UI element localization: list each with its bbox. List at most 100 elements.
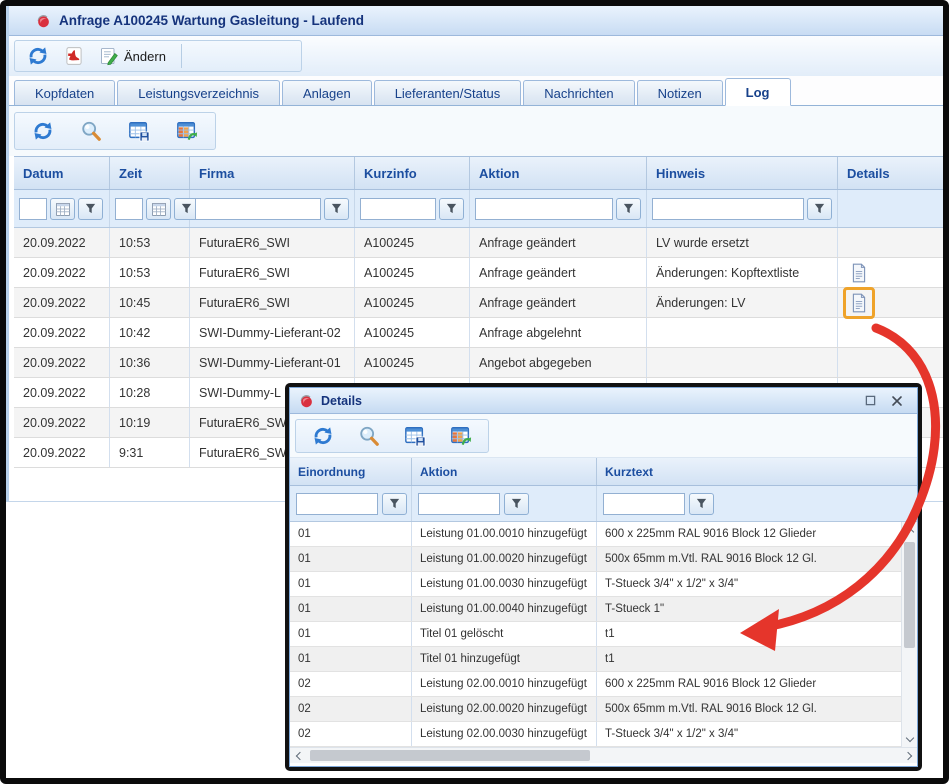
datepicker-button-zeit[interactable] — [146, 198, 171, 220]
tab-nachrichten[interactable]: Nachrichten — [523, 80, 634, 105]
filter-button-hinweis[interactable] — [807, 198, 832, 220]
search-button[interactable] — [75, 118, 107, 144]
details-row[interactable]: 02Leistung 02.00.0010 hinzugefügt600 x 2… — [290, 672, 917, 697]
column-header-einordnung[interactable]: Einordnung — [290, 458, 412, 485]
cell-kurztext: 500x 65mm m.Vtl. RAL 9016 Block 12 Gl. — [597, 547, 917, 571]
tab-leistungsverzeichnis[interactable]: Leistungsverzeichnis — [117, 80, 280, 105]
filter-button-aktion[interactable] — [504, 493, 529, 515]
tab-log[interactable]: Log — [725, 78, 791, 106]
cell-einordnung: 02 — [290, 722, 412, 746]
cell-details — [838, 348, 943, 377]
cell-aktion: Titel 01 gelöscht — [412, 622, 597, 646]
details-row[interactable]: 01Leistung 01.00.0030 hinzugefügtT-Stuec… — [290, 572, 917, 597]
details-row[interactable]: 01Leistung 01.00.0010 hinzugefügt600 x 2… — [290, 522, 917, 547]
scrollbar-track[interactable] — [306, 748, 901, 763]
details-icon-highlighted[interactable] — [843, 287, 875, 319]
scrollbar-thumb[interactable] — [904, 542, 915, 648]
details-row[interactable]: 01Titel 01 gelöschtt1 — [290, 622, 917, 647]
column-header-hinweis[interactable]: Hinweis — [647, 157, 838, 189]
vertical-scrollbar[interactable] — [901, 522, 917, 747]
maximize-button[interactable] — [860, 392, 880, 410]
search-button[interactable] — [353, 423, 385, 449]
column-header-aktion[interactable]: Aktion — [470, 157, 647, 189]
column-header-zeit[interactable]: Zeit — [110, 157, 190, 189]
export-save-button[interactable] — [123, 118, 155, 144]
scroll-down-icon[interactable] — [902, 731, 918, 747]
details-row[interactable]: 01Titel 01 hinzugefügtt1 — [290, 647, 917, 672]
filter-input-firma[interactable] — [195, 198, 321, 220]
details-row[interactable]: 01Leistung 01.00.0040 hinzugefügtT-Stuec… — [290, 597, 917, 622]
tab-anlagen[interactable]: Anlagen — [282, 80, 372, 105]
cell-aktion: Leistung 01.00.0020 hinzugefügt — [412, 547, 597, 571]
export-open-button[interactable] — [445, 423, 477, 449]
refresh-button[interactable] — [22, 43, 54, 69]
filter-button-aktion[interactable] — [616, 198, 641, 220]
filter-button-einordnung[interactable] — [382, 493, 407, 515]
refresh-button[interactable] — [307, 423, 339, 449]
details-row[interactable]: 02Leistung 02.00.0030 hinzugefügtT-Stuec… — [290, 722, 917, 747]
cell-einordnung: 01 — [290, 522, 412, 546]
filter-button-kurzinfo[interactable] — [439, 198, 464, 220]
scroll-left-icon[interactable] — [290, 748, 306, 764]
cell-datum: 20.09.2022 — [14, 318, 110, 347]
funnel-icon — [84, 202, 97, 215]
filter-button-datum[interactable] — [78, 198, 103, 220]
refresh-button[interactable] — [27, 118, 59, 144]
log-grid-filter-row — [14, 190, 943, 228]
column-header-kurztext[interactable]: Kurztext — [597, 458, 917, 485]
scrollbar-track[interactable] — [902, 538, 917, 731]
tab-notizen[interactable]: Notizen — [637, 80, 723, 105]
filter-input-kurzinfo[interactable] — [360, 198, 436, 220]
table-save-icon — [128, 120, 150, 142]
refresh-icon — [32, 120, 54, 142]
tab-kopfdaten[interactable]: Kopfdaten — [14, 80, 115, 105]
cell-einordnung: 02 — [290, 672, 412, 696]
details-row[interactable]: 01Leistung 01.00.0020 hinzugefügt500x 65… — [290, 547, 917, 572]
export-open-button[interactable] — [171, 118, 203, 144]
tab-lieferanten-status[interactable]: Lieferanten/Status — [374, 80, 522, 105]
log-row[interactable]: 20.09.202210:36SWI-Dummy-Lieferant-01A10… — [14, 348, 943, 378]
cell-zeit: 10:53 — [110, 228, 190, 257]
filter-input-aktion[interactable] — [475, 198, 613, 220]
cell-datum: 20.09.2022 — [14, 378, 110, 407]
column-header-datum[interactable]: Datum — [14, 157, 110, 189]
column-header-firma[interactable]: Firma — [190, 157, 355, 189]
filter-cell-kurztext — [597, 486, 917, 521]
cell-aktion: Leistung 02.00.0010 hinzugefügt — [412, 672, 597, 696]
horizontal-scrollbar[interactable] — [290, 747, 917, 763]
log-row[interactable]: 20.09.202210:45FuturaER6_SWIA100245Anfra… — [14, 288, 943, 318]
aendern-button[interactable]: Ändern — [94, 44, 171, 68]
screenshot-frame: Anfrage A100245 Wartung Gasleitung - Lau… — [0, 0, 949, 784]
filter-button-kurztext[interactable] — [689, 493, 714, 515]
filter-input-kurztext[interactable] — [603, 493, 685, 515]
details-icon-wrap[interactable] — [843, 257, 875, 289]
scroll-right-icon[interactable] — [901, 748, 917, 764]
filter-input-hinweis[interactable] — [652, 198, 804, 220]
close-button[interactable] — [887, 392, 907, 410]
scrollbar-thumb[interactable] — [310, 750, 590, 761]
column-header-aktion[interactable]: Aktion — [412, 458, 597, 485]
log-row[interactable]: 20.09.202210:53FuturaER6_SWIA100245Anfra… — [14, 258, 943, 288]
column-header-kurzinfo[interactable]: Kurzinfo — [355, 157, 470, 189]
filter-cell-kurzinfo — [355, 190, 470, 227]
cell-kurztext: T-Stueck 3/4" x 1/2" x 3/4" — [597, 572, 917, 596]
datepicker-button-datum[interactable] — [50, 198, 75, 220]
pdf-export-button[interactable] — [59, 44, 89, 68]
tab-bar: KopfdatenLeistungsverzeichnisAnlagenLief… — [9, 76, 943, 106]
log-toolbar — [9, 106, 943, 156]
funnel-icon — [330, 202, 343, 215]
calendar-icon — [55, 201, 71, 217]
details-row[interactable]: 02Leistung 02.00.0020 hinzugefügt500x 65… — [290, 697, 917, 722]
export-save-button[interactable] — [399, 423, 431, 449]
filter-button-firma[interactable] — [324, 198, 349, 220]
log-row[interactable]: 20.09.202210:42SWI-Dummy-Lieferant-02A10… — [14, 318, 943, 348]
filter-input-datum[interactable] — [19, 198, 47, 220]
scroll-up-icon[interactable] — [902, 522, 918, 538]
filter-input-zeit[interactable] — [115, 198, 143, 220]
log-row[interactable]: 20.09.202210:53FuturaER6_SWIA100245Anfra… — [14, 228, 943, 258]
edit-icon — [99, 46, 119, 66]
filter-input-einordnung[interactable] — [296, 493, 378, 515]
column-header-details[interactable]: Details — [838, 157, 943, 189]
filter-input-aktion[interactable] — [418, 493, 500, 515]
cell-hinweis: LV wurde ersetzt — [647, 228, 838, 257]
